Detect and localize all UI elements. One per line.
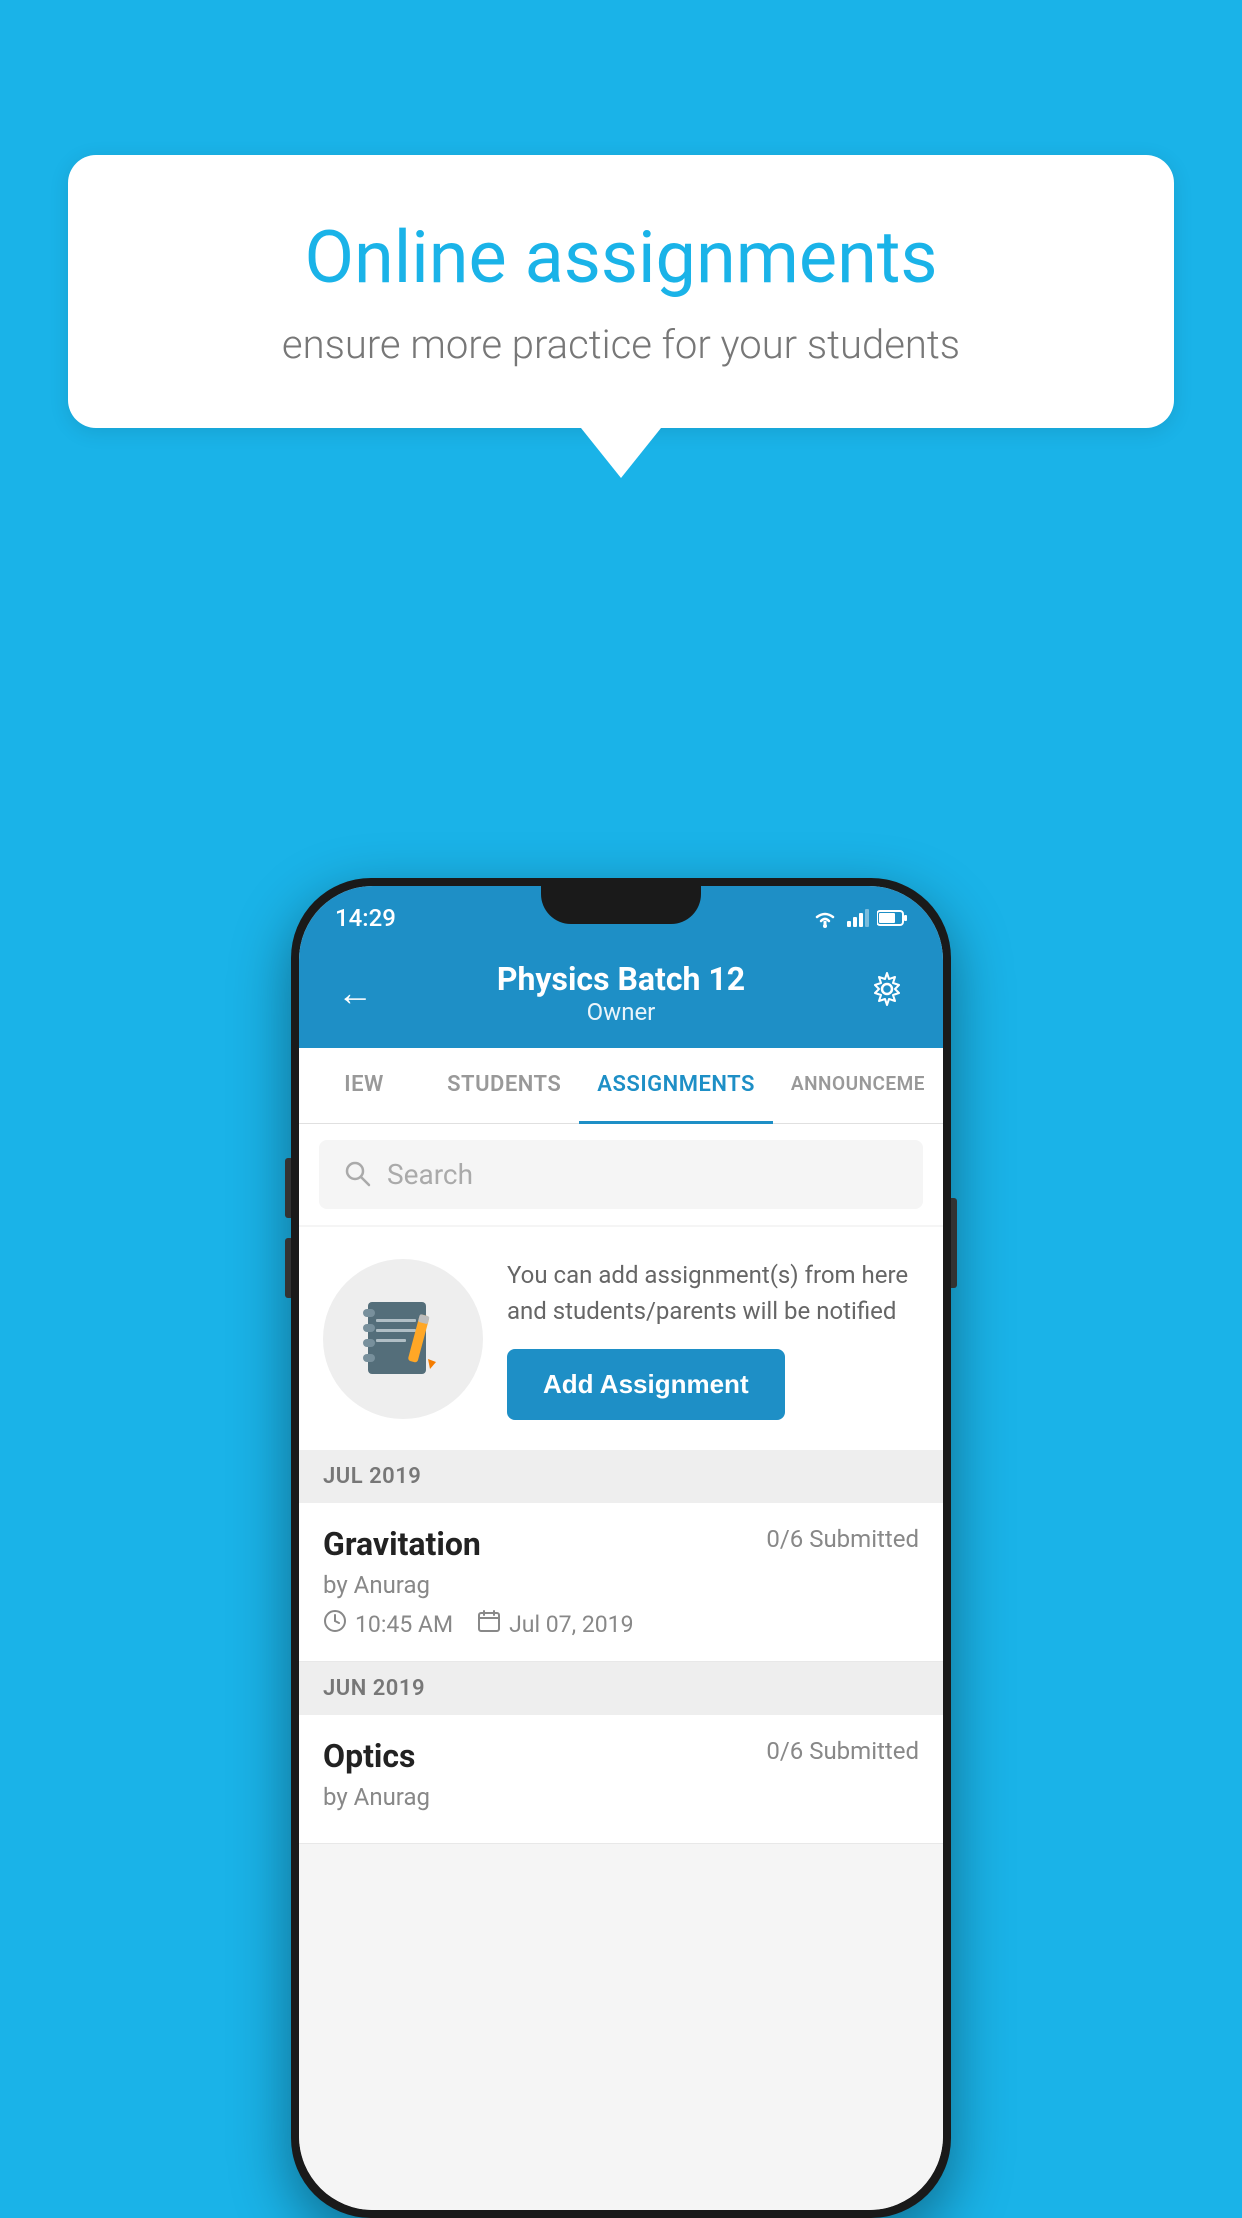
assignment-date: Jul 07, 2019 bbox=[477, 1609, 633, 1639]
tab-iew[interactable]: IEW bbox=[299, 1048, 429, 1123]
page-title: Physics Batch 12 bbox=[385, 960, 857, 998]
assignment-time-value: 10:45 AM bbox=[355, 1611, 453, 1638]
page-subtitle: Owner bbox=[385, 998, 857, 1026]
notebook-icon bbox=[358, 1294, 448, 1384]
gear-icon bbox=[869, 971, 905, 1007]
settings-button[interactable] bbox=[857, 963, 913, 1023]
search-placeholder: Search bbox=[387, 1158, 473, 1191]
assignment-header-optics: Optics 0/6 Submitted bbox=[323, 1737, 919, 1775]
tab-announcements[interactable]: ANNOUNCEME bbox=[773, 1048, 943, 1123]
assignment-by: by Anurag bbox=[323, 1571, 919, 1599]
search-bar-container: Search bbox=[299, 1124, 943, 1225]
app-header: ← Physics Batch 12 Owner bbox=[299, 942, 943, 1048]
assignment-submitted-optics: 0/6 Submitted bbox=[766, 1737, 919, 1765]
tabs-bar: IEW STUDENTS ASSIGNMENTS ANNOUNCEME bbox=[299, 1048, 943, 1124]
promo-description: You can add assignment(s) from here and … bbox=[507, 1257, 919, 1329]
promo-text-section: You can add assignment(s) from here and … bbox=[507, 1257, 919, 1420]
header-title-group: Physics Batch 12 Owner bbox=[385, 960, 857, 1026]
power-button bbox=[951, 1198, 957, 1288]
assignment-by-optics: by Anurag bbox=[323, 1783, 919, 1811]
phone-notch bbox=[541, 886, 701, 924]
assignment-meta: 10:45 AM Jul 07, 2019 bbox=[323, 1609, 919, 1639]
volume-down-button bbox=[285, 1238, 291, 1298]
bubble-title: Online assignments bbox=[138, 215, 1104, 301]
phone-frame: 14:29 bbox=[291, 878, 951, 2218]
battery-icon bbox=[877, 909, 907, 927]
assignment-header: Gravitation 0/6 Submitted bbox=[323, 1525, 919, 1563]
month-section-jun: JUN 2019 bbox=[299, 1662, 943, 1715]
bubble-arrow bbox=[581, 428, 661, 478]
search-bar[interactable]: Search bbox=[319, 1140, 923, 1209]
clock-icon bbox=[323, 1609, 347, 1639]
phone-screen: 14:29 bbox=[299, 886, 943, 2210]
back-button[interactable]: ← bbox=[329, 964, 385, 1022]
month-section-jul: JUL 2019 bbox=[299, 1450, 943, 1503]
speech-bubble-container: Online assignments ensure more practice … bbox=[68, 155, 1174, 478]
volume-up-button bbox=[285, 1158, 291, 1218]
assignment-date-value: Jul 07, 2019 bbox=[509, 1611, 633, 1638]
wifi-icon bbox=[811, 907, 839, 929]
status-icons bbox=[811, 907, 907, 929]
tab-students[interactable]: STUDENTS bbox=[429, 1048, 579, 1123]
add-assignment-promo: You can add assignment(s) from here and … bbox=[299, 1227, 943, 1450]
notebook-icon-circle bbox=[323, 1259, 483, 1419]
scroll-content: Search bbox=[299, 1124, 943, 2210]
speech-bubble: Online assignments ensure more practice … bbox=[68, 155, 1174, 428]
assignment-time: 10:45 AM bbox=[323, 1609, 453, 1639]
signal-icon bbox=[847, 909, 869, 927]
assignment-item-optics[interactable]: Optics 0/6 Submitted by Anurag bbox=[299, 1715, 943, 1844]
assignment-name: Gravitation bbox=[323, 1525, 481, 1563]
assignment-name-optics: Optics bbox=[323, 1737, 415, 1775]
add-assignment-button[interactable]: Add Assignment bbox=[507, 1349, 785, 1420]
search-icon bbox=[343, 1159, 371, 1191]
tab-assignments[interactable]: ASSIGNMENTS bbox=[579, 1048, 773, 1124]
calendar-icon bbox=[477, 1609, 501, 1639]
bubble-subtitle: ensure more practice for your students bbox=[138, 321, 1104, 368]
assignment-submitted: 0/6 Submitted bbox=[766, 1525, 919, 1553]
month-label-jun: JUN 2019 bbox=[323, 1676, 425, 1701]
assignment-item-gravitation[interactable]: Gravitation 0/6 Submitted by Anurag bbox=[299, 1503, 943, 1662]
status-time: 14:29 bbox=[335, 904, 396, 932]
month-label-jul: JUL 2019 bbox=[323, 1464, 421, 1489]
